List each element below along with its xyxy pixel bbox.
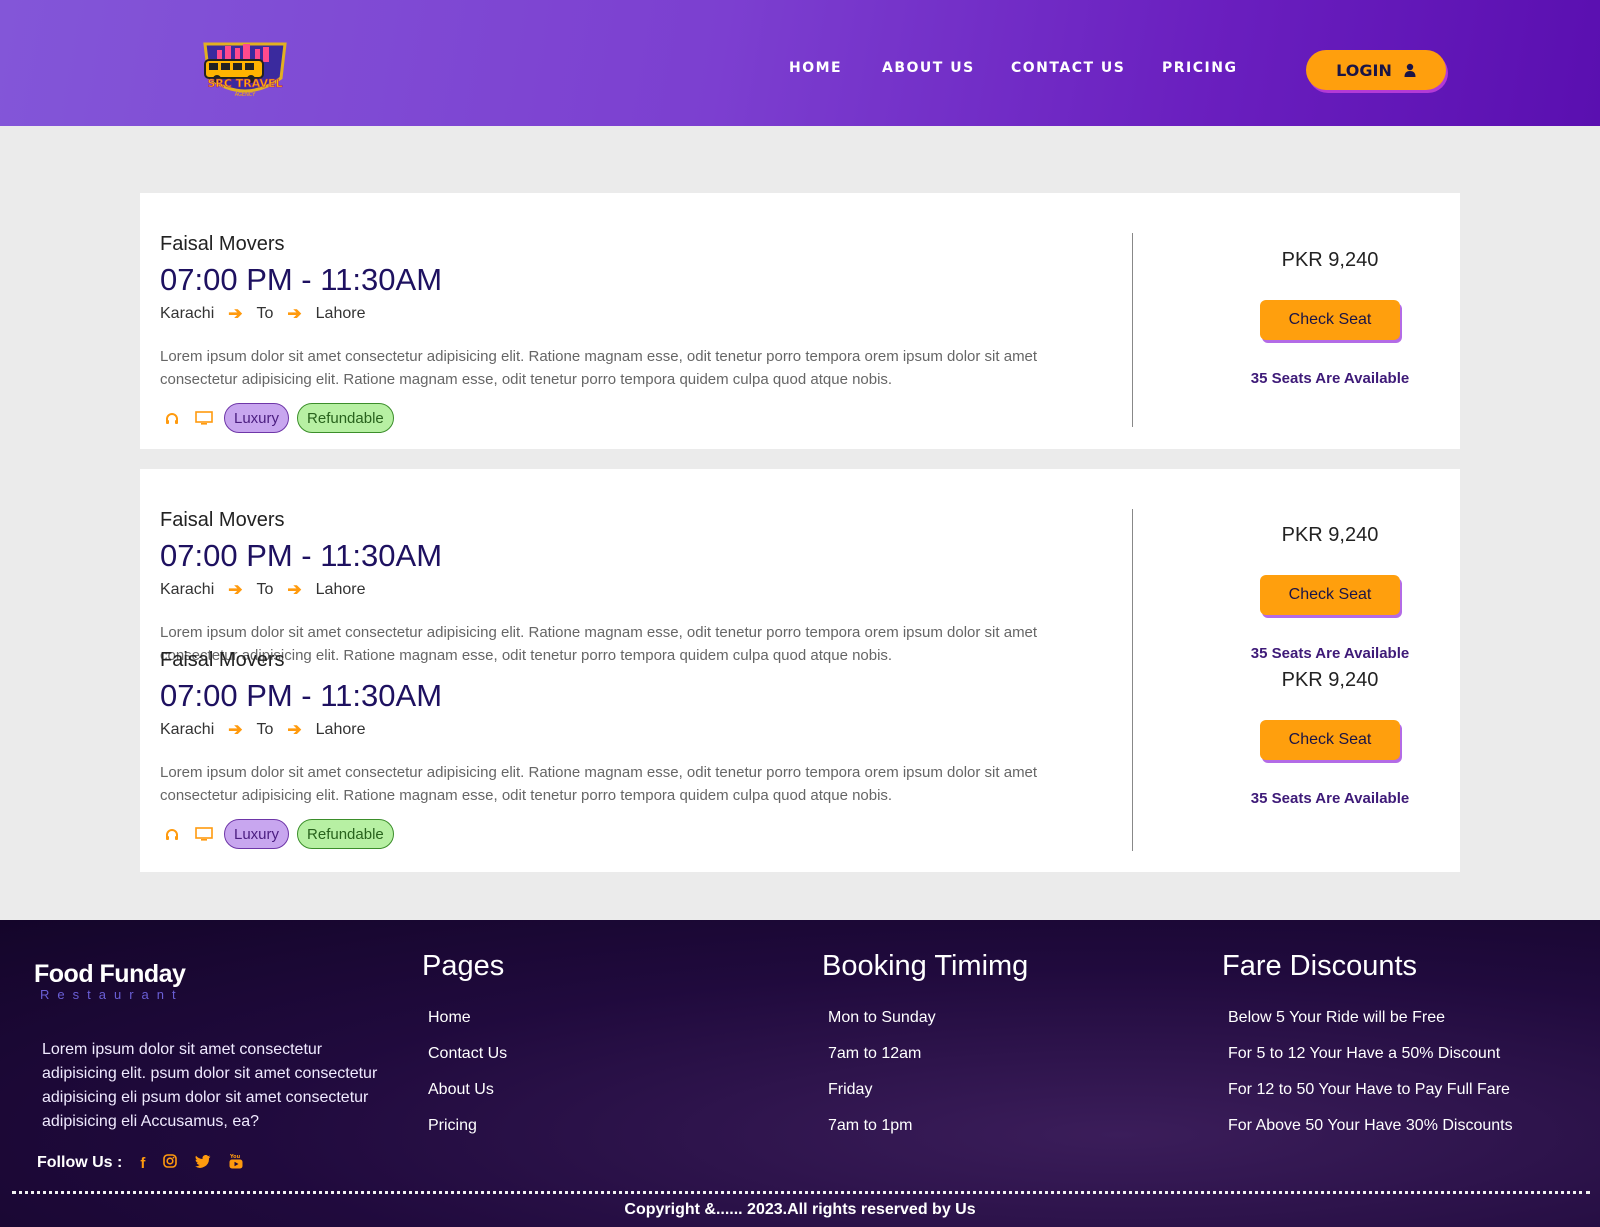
- footer-brand: Food Funday: [34, 960, 186, 988]
- user-icon: [1404, 63, 1416, 77]
- login-label: LOGIN: [1336, 60, 1392, 80]
- footer-fare-title: Fare Discounts: [1222, 950, 1418, 982]
- seats-available: 35 Seats Are Available: [1250, 370, 1410, 387]
- route-from: Karachi: [160, 305, 215, 322]
- fare-item: For Above 50 Your Have 30% Discounts: [1228, 1117, 1513, 1134]
- footer-booking-timing: Booking Timimg Mon to Sunday 7am to 12am…: [822, 950, 1028, 1153]
- route-to: Lahore: [315, 581, 366, 598]
- trip-info: Faisal Movers 07:00 PM - 11:30AM Karachi…: [160, 509, 1040, 667]
- price: PKR 9,240: [1281, 669, 1379, 691]
- arrow-right-icon: ➔: [228, 580, 243, 599]
- trip-description: Lorem ipsum dolor sit amet consectetur a…: [160, 764, 1038, 804]
- nav-about-us[interactable]: ABOUT US: [882, 60, 975, 76]
- tag-refundable: Refundable: [297, 403, 394, 433]
- booking-item: 7am to 1pm: [828, 1117, 913, 1134]
- trip-features: Luxury Refundable: [160, 403, 1040, 433]
- seats-available: 35 Seats Are Available: [1250, 790, 1410, 807]
- route-from: Karachi: [160, 721, 215, 738]
- booking-item: Friday: [828, 1081, 873, 1098]
- trip-features: Luxury Refundable: [160, 819, 1040, 849]
- booking-item: 7am to 12am: [828, 1045, 922, 1062]
- tag-luxury: Luxury: [224, 819, 290, 849]
- price: PKR 9,240: [1281, 249, 1379, 271]
- copyright: Copyright &...... 2023.All rights reserv…: [624, 1201, 976, 1218]
- route-from: Karachi: [160, 581, 215, 598]
- nav-home[interactable]: HOME: [789, 60, 842, 76]
- headphones-icon: [160, 824, 184, 844]
- arrow-right-icon: ➔: [228, 720, 243, 739]
- monitor-icon: [192, 824, 216, 844]
- footer-divider: [12, 1191, 1590, 1194]
- trip-info: Faisal Movers 07:00 PM - 11:30AM Karachi…: [160, 233, 1040, 433]
- tag-refundable: Refundable: [297, 819, 394, 849]
- booking-item: Mon to Sunday: [828, 1009, 936, 1026]
- price: PKR 9,240: [1281, 524, 1379, 546]
- divider: [1132, 233, 1133, 427]
- fare-item: For 5 to 12 Your Have a 50% Discount: [1228, 1045, 1501, 1062]
- operator-name: Faisal Movers: [160, 649, 285, 671]
- arrow-right-icon: ➔: [287, 720, 302, 739]
- tag-luxury: Luxury: [224, 403, 290, 433]
- fare-item: For 12 to 50 Your Have to Pay Full Fare: [1228, 1081, 1510, 1098]
- trip-time: 07:00 PM - 11:30AM: [160, 262, 443, 297]
- footer-link-pricing[interactable]: Pricing: [428, 1117, 507, 1153]
- nav-contact-us[interactable]: CONTACT US: [1011, 60, 1125, 76]
- footer-brand-sub: Restaurant: [40, 987, 184, 1002]
- route-to-word: To: [256, 721, 274, 738]
- facebook-icon[interactable]: f: [140, 1155, 145, 1172]
- nav-pricing[interactable]: PRICING: [1162, 60, 1237, 76]
- price-panel: PKR 9,240 Check Seat 35 Seats Are Availa…: [1220, 524, 1440, 662]
- footer-link-contact[interactable]: Contact Us: [428, 1045, 507, 1081]
- svg-text:You: You: [229, 1154, 241, 1160]
- social-links: Follow Us : f You: [37, 1153, 243, 1173]
- trip-description: Lorem ipsum dolor sit amet consectetur a…: [160, 348, 1038, 388]
- route: Karachi ➔ To ➔ Lahore: [160, 720, 1040, 740]
- trip-entry-clipped: Faisal Movers 07:00 PM - 11:30AM Karachi…: [140, 469, 1460, 671]
- youtube-icon[interactable]: You: [229, 1153, 243, 1173]
- price-panel: PKR 9,240 Check Seat 35 Seats Are Availa…: [1220, 669, 1440, 807]
- route-to: Lahore: [315, 305, 366, 322]
- seats-available: 35 Seats Are Available: [1250, 645, 1410, 662]
- headphones-icon: [160, 408, 184, 428]
- logo[interactable]: SRC TRAVEL AGENCY: [195, 38, 295, 102]
- footer-link-home[interactable]: Home: [428, 1009, 507, 1045]
- route-to-word: To: [256, 305, 274, 322]
- footer-about: Lorem ipsum dolor sit amet consectetur a…: [42, 1041, 378, 1130]
- check-seat-button[interactable]: Check Seat: [1260, 720, 1400, 760]
- trip-time: 07:00 PM - 11:30AM: [160, 538, 443, 573]
- logo-text: SRC TRAVEL: [207, 77, 282, 90]
- operator-name: Faisal Movers: [160, 509, 285, 531]
- trip-card: Faisal Movers 07:00 PM - 11:30AM Karachi…: [140, 193, 1460, 449]
- footer-logo[interactable]: Food Funday Restaurant: [34, 960, 186, 1002]
- arrow-right-icon: ➔: [228, 304, 243, 323]
- price-panel: PKR 9,240 Check Seat 35 Seats Are Availa…: [1220, 249, 1440, 387]
- route-to-word: To: [256, 581, 274, 598]
- footer-booking-title: Booking Timimg: [822, 950, 1029, 982]
- route: Karachi ➔ To ➔ Lahore: [160, 580, 1040, 600]
- arrow-right-icon: ➔: [287, 304, 302, 323]
- site-header: SRC TRAVEL AGENCY HOME ABOUT US CONTACT …: [0, 0, 1600, 126]
- site-footer: Food Funday Restaurant Lorem ipsum dolor…: [0, 920, 1600, 1227]
- route: Karachi ➔ To ➔ Lahore: [160, 304, 1040, 324]
- trip-info: Faisal Movers 07:00 PM - 11:30AM Karachi…: [160, 649, 1040, 849]
- trip-time: 07:00 PM - 11:30AM: [160, 678, 443, 713]
- divider: [1132, 509, 1133, 851]
- monitor-icon: [192, 408, 216, 428]
- check-seat-button[interactable]: Check Seat: [1260, 300, 1400, 340]
- footer-fare-discounts: Fare Discounts Below 5 Your Ride will be…: [1222, 950, 1513, 1153]
- check-seat-button[interactable]: Check Seat: [1260, 575, 1400, 615]
- follow-label: Follow Us :: [37, 1154, 123, 1171]
- footer-pages: Pages Home Contact Us About Us Pricing: [422, 950, 507, 1153]
- fare-item: Below 5 Your Ride will be Free: [1228, 1009, 1446, 1026]
- trip-card: Faisal Movers 07:00 PM - 11:30AM Karachi…: [140, 469, 1460, 872]
- route-to: Lahore: [315, 721, 366, 738]
- arrow-right-icon: ➔: [287, 580, 302, 599]
- footer-link-about[interactable]: About Us: [428, 1081, 507, 1117]
- login-button[interactable]: LOGIN: [1306, 50, 1446, 90]
- logo-subtext: AGENCY: [235, 92, 257, 98]
- operator-name: Faisal Movers: [160, 233, 285, 255]
- instagram-icon[interactable]: [163, 1154, 178, 1172]
- twitter-icon[interactable]: [195, 1154, 211, 1172]
- footer-pages-title: Pages: [422, 950, 505, 982]
